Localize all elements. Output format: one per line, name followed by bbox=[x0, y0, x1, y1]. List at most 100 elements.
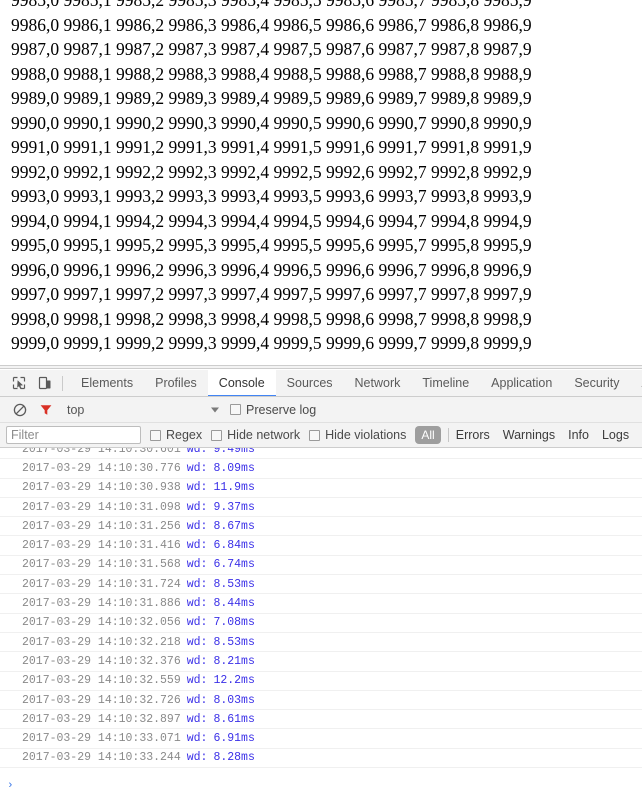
filter-option-regex[interactable]: Regex bbox=[150, 428, 202, 442]
console-message-value: 8.09ms bbox=[213, 461, 255, 475]
page-row: 9985,0 9985,1 9985,2 9985,3 9985,4 9985,… bbox=[11, 0, 532, 10]
console-message[interactable]: 2017-03-29 14:10:31.886 wd: 8.44ms bbox=[0, 594, 642, 614]
console-timestamp: 2017-03-29 14:10:31.568 bbox=[22, 558, 181, 572]
console-message[interactable]: 2017-03-29 14:10:32.376 wd: 8.21ms bbox=[0, 652, 642, 672]
inspect-element-icon[interactable] bbox=[6, 371, 32, 395]
chevron-down-icon bbox=[211, 407, 219, 412]
console-timestamp: 2017-03-29 14:10:30.601 bbox=[22, 448, 181, 456]
console-message-value: 8.44ms bbox=[213, 597, 255, 611]
console-message[interactable]: 2017-03-29 14:10:32.897 wd: 8.61ms bbox=[0, 710, 642, 730]
prompt-chevron-icon: › bbox=[7, 779, 14, 792]
console-timestamp: 2017-03-29 14:10:32.056 bbox=[22, 616, 181, 630]
page-row: 9987,0 9987,1 9987,2 9987,3 9987,4 9987,… bbox=[11, 39, 532, 59]
console-message-value: 11.9ms bbox=[213, 481, 255, 495]
console-message-label: wd: bbox=[186, 539, 208, 553]
console-message-value: 8.03ms bbox=[213, 693, 255, 707]
page-row: 9988,0 9988,1 9988,2 9988,3 9988,4 9988,… bbox=[11, 63, 532, 84]
console-message-label: wd: bbox=[186, 577, 208, 591]
filter-option-hide-network[interactable]: Hide network bbox=[211, 428, 300, 442]
preserve-log-group[interactable]: Preserve log bbox=[230, 403, 316, 417]
level-separator bbox=[447, 428, 449, 442]
console-message-value: 6.84ms bbox=[213, 539, 255, 553]
tab-application[interactable]: Application bbox=[480, 370, 563, 396]
page-row: 9989,0 9989,1 9989,2 9989,3 9989,4 9989,… bbox=[11, 88, 532, 108]
console-message[interactable]: 2017-03-29 14:10:33.244 wd: 8.28ms bbox=[0, 749, 642, 769]
execution-context-select[interactable]: top bbox=[67, 403, 227, 417]
tab-audits[interactable]: Audits bbox=[630, 370, 642, 396]
filter-checkbox-group: Regex Hide network Hide violations bbox=[141, 428, 406, 442]
tab-elements[interactable]: Elements bbox=[70, 370, 144, 396]
level-filter-warnings[interactable]: Warnings bbox=[503, 428, 555, 442]
console-message[interactable]: 2017-03-29 14:10:33.071 wd: 6.91ms bbox=[0, 729, 642, 749]
console-message-label: wd: bbox=[186, 751, 208, 765]
console-message[interactable]: 2017-03-29 14:10:31.256 wd: 8.67ms bbox=[0, 517, 642, 537]
checkbox-label[interactable]: Hide violations bbox=[325, 428, 406, 442]
console-message[interactable]: 2017-03-29 14:10:31.724 wd: 8.53ms bbox=[0, 575, 642, 595]
tab-console[interactable]: Console bbox=[207, 370, 276, 396]
console-timestamp: 2017-03-29 14:10:32.218 bbox=[22, 635, 181, 649]
checkbox-label[interactable]: Regex bbox=[166, 428, 202, 442]
level-filter-list: ErrorsWarningsInfoLogsDebug bbox=[456, 428, 642, 442]
console-message[interactable]: 2017-03-29 14:10:31.568 wd: 6.74ms bbox=[0, 556, 642, 576]
console-message-value: 8.67ms bbox=[213, 519, 255, 533]
console-message-value: 8.21ms bbox=[213, 654, 255, 668]
console-message-list[interactable]: 2017-03-29 14:10:30.601 wd: 9.49ms 2017-03-… bbox=[0, 448, 642, 776]
web-page-content: 9985,0 9985,1 9985,2 9985,3 9985,4 9985,… bbox=[0, 0, 642, 365]
console-message-label: wd: bbox=[186, 519, 208, 533]
console-timestamp: 2017-03-29 14:10:31.886 bbox=[22, 597, 181, 611]
tab-sources[interactable]: Sources bbox=[276, 370, 344, 396]
console-message-label: wd: bbox=[186, 654, 208, 668]
page-row: 9991,0 9991,1 9991,2 9991,3 9991,4 9991,… bbox=[11, 137, 532, 157]
filter-option-hide-violations[interactable]: Hide violations bbox=[309, 428, 406, 442]
console-message-value: 6.91ms bbox=[213, 732, 255, 746]
console-timestamp: 2017-03-29 14:10:33.244 bbox=[22, 751, 181, 765]
clear-console-icon[interactable] bbox=[7, 398, 33, 422]
console-message[interactable]: 2017-03-29 14:10:32.726 wd: 8.03ms bbox=[0, 691, 642, 711]
console-message[interactable]: 2017-03-29 14:10:30.776 wd: 8.09ms bbox=[0, 459, 642, 479]
filter-input[interactable] bbox=[6, 426, 141, 444]
page-row: 9992,0 9992,1 9992,2 9992,3 9992,4 9992,… bbox=[11, 161, 532, 182]
page-row: 9997,0 9997,1 9997,2 9997,3 9997,4 9997,… bbox=[11, 284, 532, 304]
console-timestamp: 2017-03-29 14:10:31.724 bbox=[22, 577, 181, 591]
checkbox[interactable] bbox=[150, 429, 161, 441]
checkbox[interactable] bbox=[309, 429, 321, 441]
console-message-label: wd: bbox=[186, 461, 208, 475]
tab-timeline[interactable]: Timeline bbox=[411, 370, 480, 396]
device-toolbar-icon[interactable] bbox=[32, 371, 58, 395]
tab-security[interactable]: Security bbox=[563, 370, 630, 396]
checkbox-label[interactable]: Hide network bbox=[227, 428, 300, 442]
console-prompt-row[interactable]: › bbox=[0, 776, 642, 795]
page-row: 9995,0 9995,1 9995,2 9995,3 9995,4 9995,… bbox=[11, 235, 532, 255]
console-message-value: 9.49ms bbox=[213, 448, 255, 456]
console-message[interactable]: 2017-03-29 14:10:30.601 wd: 9.49ms bbox=[0, 448, 642, 460]
console-message-value: 6.74ms bbox=[213, 558, 255, 572]
console-message[interactable]: 2017-03-29 14:10:32.218 wd: 8.53ms bbox=[0, 633, 642, 653]
preserve-log-checkbox[interactable] bbox=[230, 404, 241, 415]
console-message[interactable]: 2017-03-29 14:10:32.056 wd: 7.08ms bbox=[0, 614, 642, 633]
console-timestamp: 2017-03-29 14:10:30.938 bbox=[22, 481, 181, 495]
devtools-tabbar: Elements Profiles Console Sources Network Tim… bbox=[0, 370, 642, 397]
console-message-value: 7.08ms bbox=[213, 616, 255, 630]
console-message[interactable]: 2017-03-29 14:10:32.559 wd: 12.2ms bbox=[0, 672, 642, 691]
console-timestamp: 2017-03-29 14:10:33.071 bbox=[22, 732, 181, 746]
console-message[interactable]: 2017-03-29 14:10:31.416 wd: 6.84ms bbox=[0, 536, 642, 556]
console-message-label: wd: bbox=[186, 712, 208, 726]
console-message-label: wd: bbox=[186, 693, 208, 707]
console-timestamp: 2017-03-29 14:10:30.776 bbox=[22, 461, 181, 475]
console-message-label: wd: bbox=[186, 635, 208, 649]
console-message-label: wd: bbox=[186, 481, 208, 495]
tab-profiles[interactable]: Profiles bbox=[144, 370, 208, 396]
level-filter-errors[interactable]: Errors bbox=[456, 428, 490, 442]
preserve-log-label[interactable]: Preserve log bbox=[246, 403, 316, 417]
level-filter-logs[interactable]: Logs bbox=[602, 428, 629, 442]
level-filter-info[interactable]: Info bbox=[568, 428, 589, 442]
page-row: 9996,0 9996,1 9996,2 9996,3 9996,4 9996,… bbox=[11, 259, 532, 280]
checkbox[interactable] bbox=[211, 429, 223, 441]
tab-network[interactable]: Network bbox=[344, 370, 412, 396]
console-message[interactable]: 2017-03-29 14:10:31.098 wd: 9.37ms bbox=[0, 498, 642, 518]
filter-funnel-icon[interactable] bbox=[33, 398, 59, 422]
console-message[interactable]: 2017-03-29 14:10:30.938 wd: 11.9ms bbox=[0, 479, 642, 498]
page-number-grid: 9985,0 9985,1 9985,2 9985,3 9985,4 9985,… bbox=[11, 0, 642, 356]
console-message-value: 9.37ms bbox=[213, 500, 255, 514]
level-filter-all-pill[interactable]: All bbox=[415, 426, 441, 444]
